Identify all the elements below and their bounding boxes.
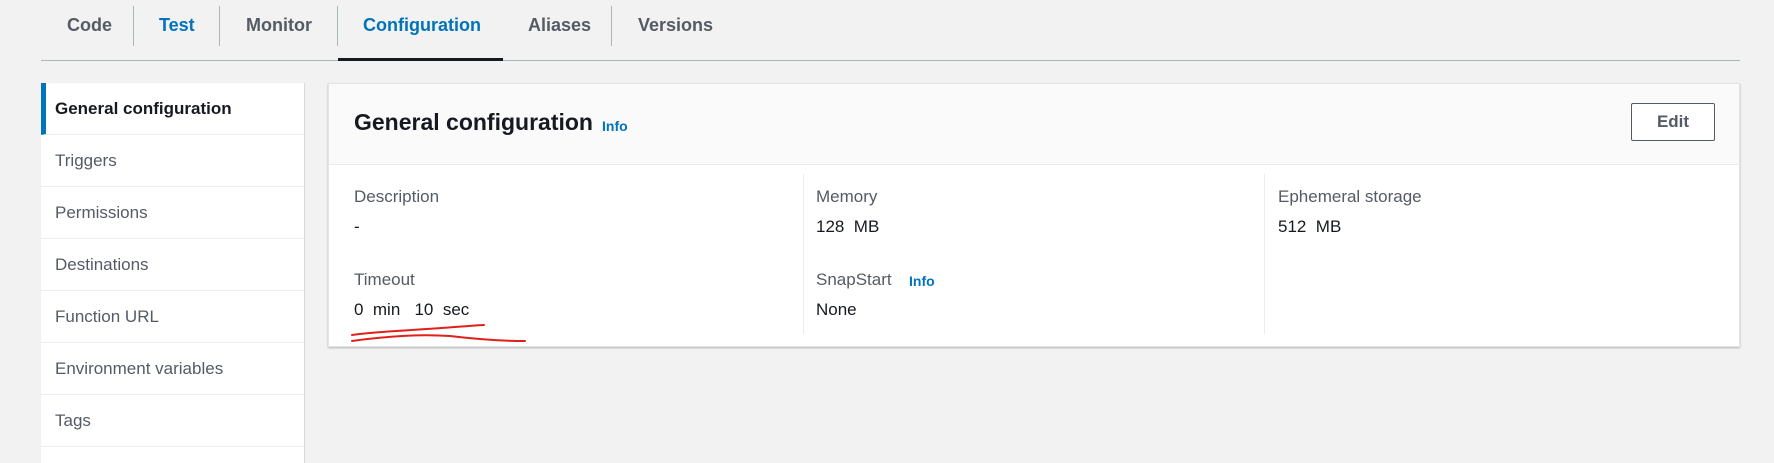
snapstart-info-link[interactable]: Info (909, 273, 935, 289)
sidebar-item-triggers[interactable]: Triggers (41, 135, 304, 187)
timeout-value: 0 min 10 sec (354, 300, 470, 319)
general-configuration-panel: General configuration Info Edit Descript… (328, 83, 1740, 347)
description-value: - (354, 217, 360, 236)
tab-divider (133, 6, 134, 46)
description-label: Description (354, 187, 440, 206)
sidebar-item-permissions[interactable]: Permissions (41, 187, 304, 239)
tab-bar: Code Test Monitor Configuration Aliases … (41, 0, 1740, 61)
info-link[interactable]: Info (602, 118, 628, 134)
tab-divider (219, 6, 220, 46)
tab-divider (337, 6, 338, 46)
panel-title: General configuration (354, 109, 593, 135)
config-sidebar: General configuration Triggers Permissio… (41, 83, 305, 463)
ephemeral-storage-label: Ephemeral storage (1278, 187, 1422, 206)
tab-configuration[interactable]: Configuration (363, 0, 481, 60)
tab-code[interactable]: Code (67, 0, 112, 60)
tab-versions[interactable]: Versions (638, 0, 713, 60)
memory-label: Memory (816, 187, 878, 206)
panel-header: General configuration Info Edit (329, 84, 1739, 165)
sidebar-item-function-url[interactable]: Function URL (41, 291, 304, 343)
sidebar-item-tags[interactable]: Tags (41, 395, 304, 447)
column-divider (803, 174, 804, 334)
timeout-label: Timeout (354, 270, 415, 289)
tab-test[interactable]: Test (159, 0, 195, 60)
sidebar-item-destinations[interactable]: Destinations (41, 239, 304, 291)
edit-button[interactable]: Edit (1631, 103, 1715, 141)
tab-divider (611, 6, 612, 46)
sidebar-item-environment-variables[interactable]: Environment variables (41, 343, 304, 395)
memory-value: 128 MB (816, 217, 880, 236)
tab-monitor[interactable]: Monitor (246, 0, 312, 60)
active-tab-indicator (338, 58, 503, 61)
sidebar-item-general-configuration[interactable]: General configuration (41, 83, 304, 135)
snapstart-label: SnapStart (816, 270, 892, 289)
column-divider (1264, 174, 1265, 334)
ephemeral-storage-value: 512 MB (1278, 217, 1342, 236)
tab-aliases[interactable]: Aliases (528, 0, 591, 60)
snapstart-value: None (816, 300, 857, 319)
